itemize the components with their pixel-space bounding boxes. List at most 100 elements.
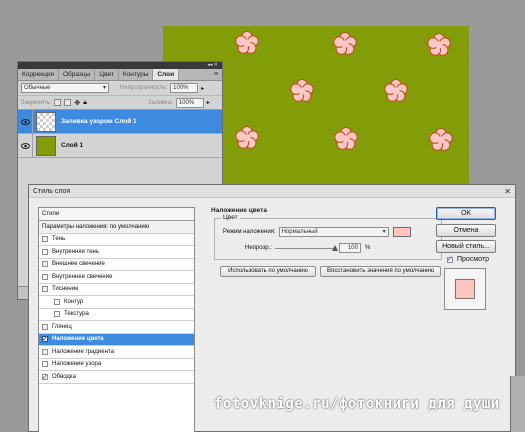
- lock-all-icon[interactable]: 🔒︎: [83, 99, 87, 107]
- layer-name: Заливка узором Слой 1: [61, 118, 137, 125]
- style-list-item[interactable]: Глянец: [39, 321, 194, 334]
- style-list-label: Тиснение: [52, 286, 79, 293]
- style-list-item[interactable]: Наложение узора: [39, 359, 194, 371]
- tab-2[interactable]: Цвет: [95, 69, 119, 80]
- panel-title-strip: ◂◂ ✕: [18, 62, 222, 69]
- tab-4[interactable]: Слои: [153, 69, 180, 80]
- style-list-label: Стили: [42, 211, 60, 217]
- blend-mode-label: Режим наложения:: [223, 229, 276, 235]
- style-checkbox[interactable]: [42, 273, 48, 280]
- tab-1[interactable]: Образцы: [59, 69, 96, 80]
- style-list-label: Наложение градиента: [52, 348, 114, 355]
- close-icon[interactable]: ✕: [504, 185, 511, 198]
- style-checkbox[interactable]: [42, 261, 48, 268]
- layer-fill-field[interactable]: 100%: [175, 97, 204, 108]
- lock-transparency-icon[interactable]: [54, 99, 62, 106]
- color-group-title: Цвет: [221, 214, 240, 221]
- layer-thumbnail: [36, 135, 56, 156]
- new-style-button[interactable]: Новый стиль...: [436, 240, 496, 253]
- style-list-label: Контур: [64, 298, 84, 305]
- lock-fill-row: Закрепить: ✥ 🔒︎ Заливка: 100% ▸: [18, 96, 222, 110]
- opacity-value: 100: [347, 245, 358, 251]
- style-list-label: Наложение узора: [52, 361, 102, 368]
- layer-blend-mode-value: Обычные: [24, 85, 51, 91]
- style-list-item[interactable]: Внутреннее свечение: [39, 271, 194, 284]
- style-list-param[interactable]: Параметры наложения: по умолчанию: [39, 221, 194, 234]
- style-list-item[interactable]: Тень: [39, 234, 194, 246]
- dialog-titlebar: Стиль слоя ✕: [29, 185, 515, 198]
- lock-label: Закрепить:: [21, 99, 52, 106]
- blend-opacity-row: Обычные Непрозрачность: 100% ▸: [18, 81, 222, 96]
- lock-position-icon[interactable]: ✥: [74, 99, 80, 107]
- layer-thumbnail: [36, 111, 56, 132]
- style-checkbox[interactable]: [42, 334, 48, 346]
- restore-default-button[interactable]: Восстановить значения по умолчанию: [320, 266, 441, 277]
- visibility-eye-icon[interactable]: [18, 133, 33, 158]
- overlay-blend-mode-select[interactable]: Нормальный: [278, 227, 389, 237]
- style-list-item[interactable]: Обводка: [39, 371, 194, 384]
- preview-label: Просмотр: [457, 256, 489, 263]
- ok-button[interactable]: OK: [436, 207, 496, 220]
- flower-motif: [427, 32, 451, 56]
- style-list-label: Внутреннее свечение: [52, 273, 113, 280]
- style-list-label: Глянец: [52, 323, 72, 330]
- use-default-button[interactable]: Использовать по умолчанию: [220, 266, 316, 277]
- panel-collapse-icon[interactable]: ◂◂ ✕: [207, 63, 218, 68]
- overlay-color-swatch[interactable]: [392, 227, 411, 237]
- lock-image-icon[interactable]: [64, 99, 72, 106]
- layer-opacity-field[interactable]: 100%: [170, 83, 199, 93]
- style-preview-swatch: [455, 279, 475, 299]
- flower-motif: [333, 31, 357, 55]
- dialog-title: Стиль слоя: [33, 188, 71, 195]
- preview-toggle[interactable]: Просмотр: [447, 255, 489, 263]
- panel-tabs: Коррекция Образцы Цвет Контуры Слои ≡: [18, 69, 222, 81]
- panel-menu-icon[interactable]: ≡: [210, 69, 222, 80]
- cancel-button[interactable]: Отмена: [436, 224, 496, 237]
- layer-row-layer1[interactable]: Слой 1: [18, 133, 222, 158]
- blend-mode-row: Режим наложения: Нормальный: [223, 227, 411, 237]
- color-group: Цвет Режим наложения: Нормальный Непрозр…: [214, 214, 442, 260]
- style-list-item[interactable]: Текстура: [39, 309, 194, 321]
- style-list-item[interactable]: Контур: [39, 296, 194, 309]
- opacity-dropdown-icon[interactable]: ▸: [201, 85, 204, 92]
- style-list-label: Обводка: [52, 373, 77, 380]
- visibility-eye-icon[interactable]: [18, 109, 33, 134]
- layer-row-pattern-fill[interactable]: Заливка узором Слой 1: [18, 109, 222, 134]
- style-list-label: Наложение цвета: [52, 336, 104, 343]
- styles-list: Стили Параметры наложения: по умолчанию Те…: [38, 207, 195, 432]
- flower-motif: [429, 127, 453, 151]
- layer-blend-mode-select[interactable]: Обычные: [21, 83, 109, 93]
- opacity-unit: %: [364, 245, 371, 251]
- style-list-label: Текстура: [64, 311, 89, 318]
- style-list-label: Внешнее свечение: [52, 261, 105, 268]
- style-preview: [444, 268, 486, 310]
- flower-motif: [290, 78, 314, 102]
- style-checkbox[interactable]: [42, 372, 48, 384]
- style-checkbox[interactable]: [42, 361, 48, 368]
- opacity-label: Непрозрачность:: [120, 85, 168, 91]
- style-checkbox[interactable]: [54, 311, 60, 318]
- style-list-header[interactable]: Стили: [39, 208, 194, 221]
- style-checkbox[interactable]: [42, 323, 48, 330]
- overlay-blend-mode-value: Нормальный: [281, 229, 318, 235]
- tab-0[interactable]: Коррекция: [18, 69, 59, 80]
- opacity-slider[interactable]: [274, 245, 338, 251]
- preview-checkbox[interactable]: [447, 255, 453, 263]
- opacity-row: Непрозр.: 100 %: [245, 243, 370, 253]
- style-checkbox[interactable]: [42, 236, 48, 243]
- tab-3[interactable]: Контуры: [119, 69, 154, 80]
- style-checkbox[interactable]: [42, 348, 48, 355]
- opacity-field[interactable]: 100: [338, 243, 361, 253]
- style-checkbox[interactable]: [42, 286, 48, 293]
- style-checkbox[interactable]: [42, 248, 48, 255]
- style-list-label: Тень: [52, 236, 66, 243]
- opacity-label: Непрозр.:: [245, 245, 272, 251]
- fill-dropdown-icon[interactable]: ▸: [207, 99, 210, 106]
- style-list-item[interactable]: Внутренняя тень: [39, 246, 194, 259]
- style-list-item[interactable]: Наложение градиента: [39, 346, 194, 359]
- opacity-slider-thumb[interactable]: [331, 245, 338, 251]
- style-list-item[interactable]: Наложение цвета: [39, 333, 194, 346]
- style-checkbox[interactable]: [54, 298, 60, 305]
- style-list-item[interactable]: Тиснение: [39, 284, 194, 296]
- style-list-item[interactable]: Внешнее свечение: [39, 259, 194, 271]
